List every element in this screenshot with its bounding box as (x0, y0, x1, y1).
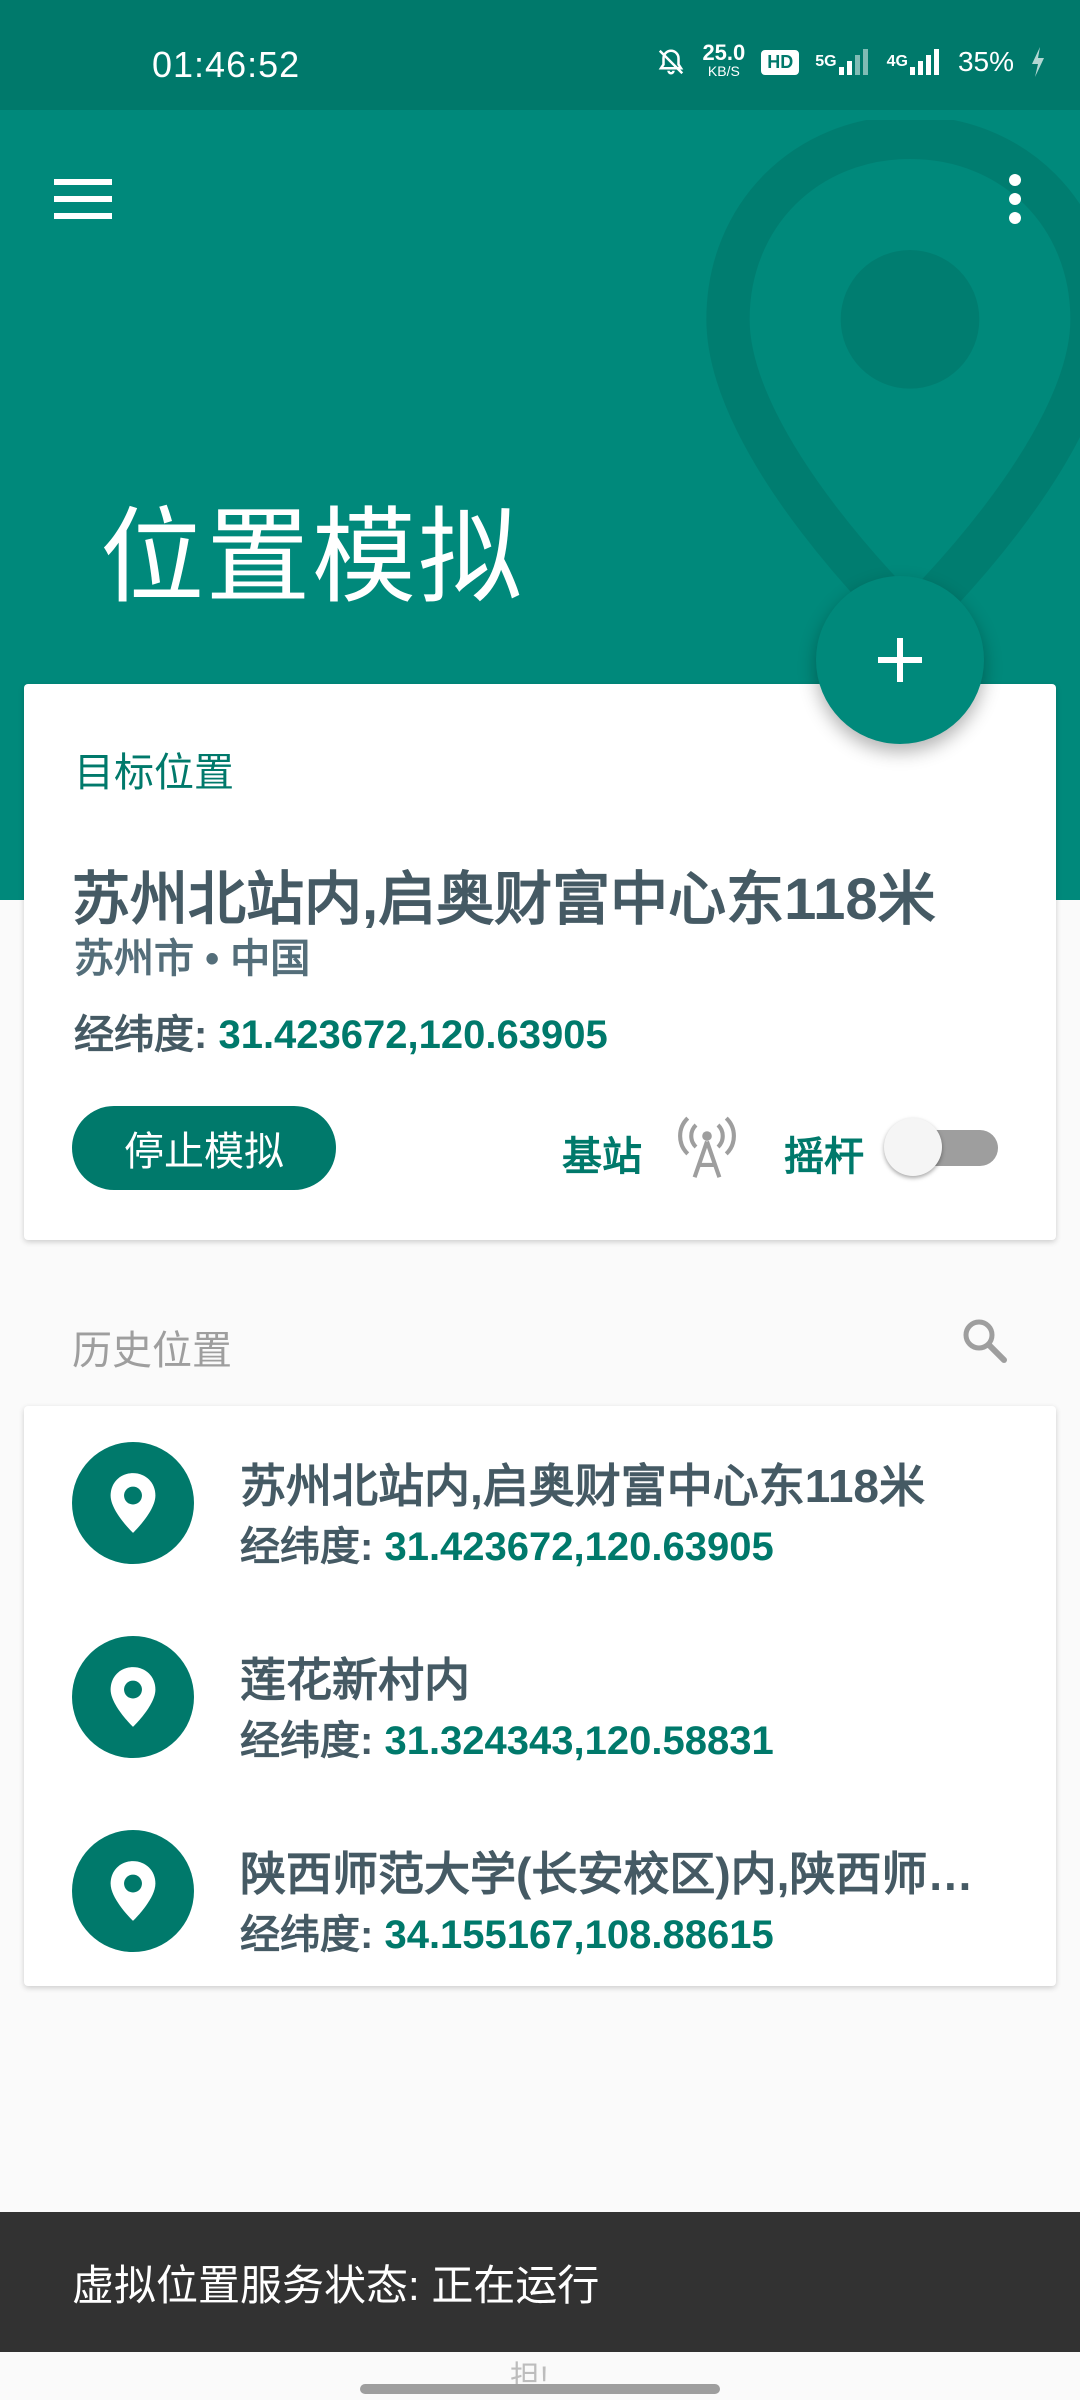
home-indicator[interactable] (360, 2384, 720, 2394)
history-item-name: 莲花新村内 (240, 1654, 470, 1706)
history-item-name: 苏州北站内,启奥财富中心东118米 (240, 1460, 925, 1512)
more-options-button[interactable] (1000, 168, 1030, 230)
coord-value: 31.423672,120.63905 (384, 1525, 774, 1569)
target-coordinates: 经纬度: 31.423672,120.63905 (74, 1002, 608, 1060)
target-location-card: 目标位置 苏州北站内,启奥财富中心东118米 苏州市 • 中国 经纬度: 31.… (24, 684, 1056, 1240)
history-list: 苏州北站内,启奥财富中心东118米 经纬度: 31.423672,120.639… (24, 1406, 1056, 1986)
status-bar: 01:46:52 25.0 KB/S HD 5G 4G 35% (0, 0, 1080, 110)
stop-simulation-button[interactable]: 停止模拟 (72, 1106, 336, 1190)
more-vert-icon (1009, 174, 1021, 224)
coord-key: 经纬度: (74, 1013, 208, 1057)
history-search-button[interactable] (956, 1312, 1012, 1368)
search-icon (963, 1319, 1007, 1363)
plus-icon (878, 638, 922, 682)
status-time: 01:46:52 (152, 44, 301, 85)
menu-button[interactable] (52, 168, 114, 230)
joystick-toggle[interactable] (884, 1114, 1000, 1180)
history-section-title: 历史位置 (72, 1329, 232, 1373)
sim1-signal-icon: 5G (815, 47, 870, 77)
coord-key: 经纬度: (240, 1719, 374, 1763)
history-item[interactable]: 陕西师范大学(长安校区)内,陕西师… 经纬度: 34.155167,108.88… (24, 1794, 1056, 1988)
location-pin-icon (110, 1861, 156, 1921)
target-location-label: 目标位置 (74, 751, 234, 795)
history-item-name: 陕西师范大学(长安校区)内,陕西师… (240, 1848, 974, 1900)
coord-key: 经纬度: (240, 1913, 374, 1957)
hd-badge: HD (761, 49, 800, 75)
charging-bolt-icon (1030, 47, 1046, 77)
add-location-button[interactable] (816, 576, 984, 744)
status-icons: 25.0 KB/S HD 5G 4G 35% (656, 40, 1046, 80)
station-label[interactable]: 基站 (562, 1124, 642, 1182)
history-item-coordinates: 经纬度: 31.423672,120.63905 (240, 1514, 774, 1572)
coord-key: 经纬度: (240, 1525, 374, 1569)
sim1-label: 5G (815, 53, 837, 70)
coord-value: 31.423672,120.63905 (218, 1013, 608, 1057)
history-pin-badge (72, 1830, 194, 1952)
net-speed: 25.0 KB/S (702, 40, 746, 80)
history-item[interactable]: 苏州北站内,启奥财富中心东118米 经纬度: 31.423672,120.639… (24, 1406, 1056, 1600)
menu-icon (54, 179, 112, 219)
mute-bell-icon (656, 47, 686, 77)
battery-text: 35% (957, 46, 1014, 77)
location-pin-icon (110, 1667, 156, 1727)
cell-tower-icon[interactable] (674, 1114, 740, 1180)
coord-value: 34.155167,108.88615 (384, 1913, 774, 1957)
target-place-name: 苏州北站内,启奥财富中心东118米 (72, 867, 936, 932)
joystick-label: 摇杆 (784, 1135, 864, 1179)
service-status-snackbar: 虚拟位置服务状态: 正在运行 (0, 2212, 1080, 2352)
target-place-region: 苏州市 • 中国 (74, 937, 311, 981)
sim2-signal-icon: 4G (887, 47, 942, 77)
history-item-coordinates: 经纬度: 34.155167,108.88615 (240, 1902, 774, 1960)
toggle-thumb (884, 1118, 942, 1176)
page-title: 位置模拟 (100, 500, 525, 616)
snackbar-text: 虚拟位置服务状态: 正在运行 (72, 2261, 600, 2309)
history-item-coordinates: 经纬度: 31.324343,120.58831 (240, 1708, 774, 1766)
net-speed-unit: KB/S (707, 63, 740, 79)
sim2-label: 4G (886, 53, 908, 70)
history-pin-badge (72, 1636, 194, 1758)
history-pin-badge (72, 1442, 194, 1564)
net-speed-value: 25.0 (702, 40, 746, 65)
history-item[interactable]: 莲花新村内 经纬度: 31.324343,120.58831 (24, 1600, 1056, 1794)
location-pin-icon (110, 1473, 156, 1533)
coord-value: 31.324343,120.58831 (384, 1719, 774, 1763)
